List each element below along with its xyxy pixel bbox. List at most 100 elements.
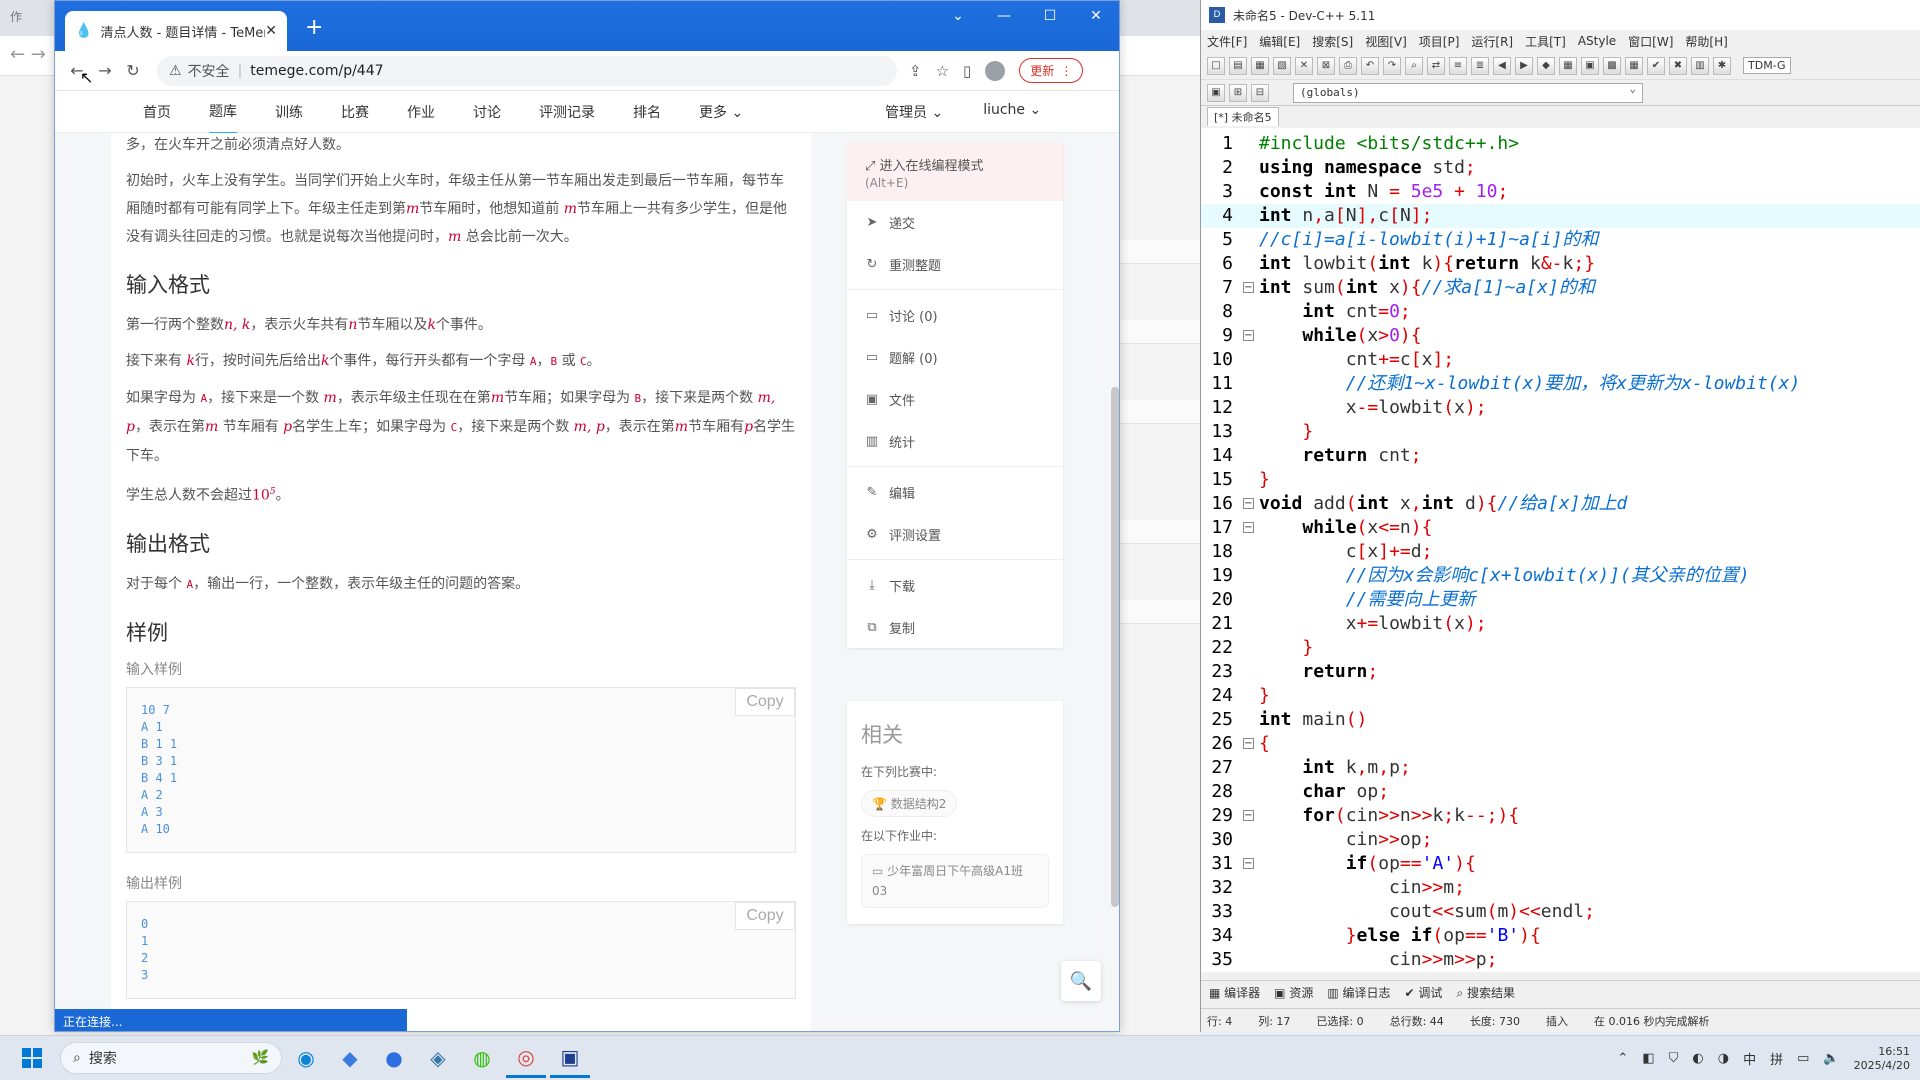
app-circle-icon[interactable]: ● (374, 1038, 414, 1078)
menu-tools[interactable]: 工具[T] (1525, 33, 1566, 50)
nav-ranking[interactable]: 排名 (633, 91, 661, 133)
compile-icon[interactable]: ▦ (1559, 56, 1577, 75)
background-nav-arrows[interactable]: ← → (10, 44, 46, 65)
devcpp-taskbar-icon[interactable]: ▣ (550, 1038, 590, 1078)
stop-icon[interactable]: ✖ (1669, 56, 1687, 75)
close-file-icon[interactable]: ✕ (1295, 56, 1313, 75)
python-icon[interactable]: ◈ (418, 1038, 458, 1078)
taskbar-search[interactable]: ⌕ 搜索 🌿 (60, 1042, 282, 1074)
menu-search[interactable]: 搜索[S] (1312, 33, 1353, 50)
nav-homework[interactable]: 作业 (407, 91, 435, 133)
save-icon[interactable]: ▦ (1251, 56, 1269, 75)
wechat-icon[interactable]: ◍ (462, 1038, 502, 1078)
add-to-project-icon[interactable]: ⊞ (1229, 83, 1247, 102)
tab-search-results[interactable]: ⌕ 搜索结果 (1456, 984, 1515, 1001)
menu-project[interactable]: 项目[P] (1419, 33, 1460, 50)
edge-icon[interactable]: ◉ (286, 1038, 326, 1078)
print-icon[interactable]: ⎙ (1339, 56, 1357, 75)
menu-help[interactable]: 帮助[H] (1685, 33, 1727, 50)
output-sample-box[interactable]: Copy 0 1 2 3 (126, 900, 796, 999)
action-copy[interactable]: ⧉ 复制 (847, 606, 1063, 648)
tab-search-icon[interactable]: ⌄ (935, 1, 981, 31)
nav-user[interactable]: liuche ⌄ (983, 102, 1041, 122)
online-mode-button[interactable]: ⤢ 进入在线编程模式 (Alt+E) (847, 143, 1063, 201)
remove-from-project-icon[interactable]: ⊟ (1251, 83, 1269, 102)
action-rejudge[interactable]: ↻ 重测整题 (847, 243, 1063, 285)
action-edit[interactable]: ✎ 编辑 (847, 471, 1063, 513)
undo-icon[interactable]: ↶ (1361, 56, 1379, 75)
copy-input-button[interactable]: Copy (735, 687, 795, 716)
find-icon[interactable]: ⌕ (1405, 56, 1423, 75)
copy-output-button[interactable]: Copy (735, 901, 795, 930)
close-tab-icon[interactable]: ✕ (265, 23, 277, 39)
side-panel-icon[interactable]: ▯ (963, 62, 971, 80)
homework-link[interactable]: ▭ 少年富周日下午高级A1班03 (861, 854, 1049, 908)
nav-home[interactable]: 首页 (143, 91, 171, 133)
goto-forward-icon[interactable]: ▶ (1515, 56, 1533, 75)
save-all-icon[interactable]: ▧ (1273, 56, 1291, 75)
tab-compile-log[interactable]: ▥ 编译日志 (1327, 984, 1390, 1001)
open-icon[interactable]: ▤ (1229, 56, 1247, 75)
contest-link[interactable]: 🏆 数据结构2 (861, 790, 958, 817)
goto-back-icon[interactable]: ◀ (1493, 56, 1511, 75)
update-button[interactable]: 更新 ⋮ (1019, 58, 1084, 83)
compiler-select[interactable]: TDM-G (1743, 57, 1791, 74)
unindent-icon[interactable]: ≣ (1471, 56, 1489, 75)
action-download[interactable]: ⤓ 下载 (847, 564, 1063, 606)
menu-run[interactable]: 运行[R] (1471, 33, 1513, 50)
search-fab[interactable]: 🔍 (1061, 961, 1101, 1001)
background-tab[interactable]: 作 (10, 8, 50, 28)
input-sample-box[interactable]: Copy 10 7 A 1 B 1 1 B 3 1 B 4 1 A 2 A 3 … (126, 686, 796, 853)
action-stats[interactable]: ▥ 统计 (847, 420, 1063, 462)
tray-app2-icon[interactable]: ◐ (1692, 1051, 1703, 1066)
action-solutions[interactable]: ▭ 题解 (0) (847, 336, 1063, 378)
omnibox[interactable]: ⚠ 不安全 | temege.com/p/447 (157, 55, 897, 86)
reload-icon[interactable]: ↻ (119, 61, 147, 80)
replace-icon[interactable]: ⇄ (1427, 56, 1445, 75)
bookmark-icon[interactable]: ◆ (1537, 56, 1555, 75)
nav-more[interactable]: 更多 ⌄ (699, 91, 743, 133)
nav-contest[interactable]: 比赛 (341, 91, 369, 133)
menu-view[interactable]: 视图[V] (1365, 33, 1407, 50)
check-syntax-icon[interactable]: ✔ (1647, 56, 1665, 75)
profile-avatar[interactable] (985, 60, 1006, 81)
new-tab-button[interactable]: + (305, 15, 323, 40)
tab-compiler[interactable]: ▦ 编译器 (1209, 984, 1260, 1001)
tray-app-icon[interactable]: ◧ (1642, 1051, 1654, 1066)
rebuild-icon[interactable]: ▦ (1625, 56, 1643, 75)
minimize-button[interactable]: — (981, 1, 1027, 31)
chart-icon[interactable]: ▥ (1691, 56, 1709, 75)
tray-ime-pinyin[interactable]: 拼 (1770, 1049, 1783, 1068)
action-discuss[interactable]: ▭ 讨论 (0) (847, 294, 1063, 336)
action-judge-settings[interactable]: ⚙ 评测设置 (847, 513, 1063, 555)
page-scrollbar[interactable] (1111, 387, 1119, 907)
menu-file[interactable]: 文件[F] (1207, 33, 1247, 50)
globals-dropdown[interactable]: (globals) (1293, 82, 1643, 103)
tray-shield-icon[interactable]: ⛉ (1669, 1051, 1679, 1066)
network-icon[interactable]: ▭ (1797, 1051, 1809, 1066)
chrome-icon[interactable]: ◎ (506, 1038, 546, 1078)
nav-records[interactable]: 评测记录 (539, 91, 595, 133)
tray-app3-icon[interactable]: ◑ (1718, 1051, 1729, 1066)
file-tab[interactable]: [*] 未命名5 (1207, 106, 1279, 126)
menu-astyle[interactable]: AStyle (1578, 34, 1616, 48)
new-file-icon[interactable]: □ (1207, 56, 1225, 75)
forward-icon[interactable]: → (91, 61, 119, 80)
debug-icon[interactable]: ✱ (1713, 56, 1731, 75)
maximize-button[interactable]: ☐ (1027, 1, 1073, 31)
app-blue-icon[interactable]: ◆ (330, 1038, 370, 1078)
nav-discuss[interactable]: 讨论 (473, 91, 501, 133)
new-project-icon[interactable]: ▣ (1207, 83, 1225, 102)
code-editor[interactable]: 1 #include <bits/stdc++.h> 2 using namespa… (1201, 128, 1920, 972)
close-window-button[interactable]: ✕ (1073, 1, 1119, 31)
close-all-icon[interactable]: ⊠ (1317, 56, 1335, 75)
tab-debug[interactable]: ✔ 调试 (1405, 984, 1443, 1001)
start-button[interactable] (16, 1042, 48, 1074)
compile-run-icon[interactable]: ▩ (1603, 56, 1621, 75)
run-icon[interactable]: ▣ (1581, 56, 1599, 75)
browser-tab[interactable]: 💧 清点人数 - 题目详情 - TeMenHu ✕ (65, 11, 287, 51)
action-submit[interactable]: ➤ 递交 (847, 201, 1063, 243)
menu-edit[interactable]: 编辑[E] (1259, 33, 1300, 50)
nav-admin[interactable]: 管理员 ⌄ (885, 102, 943, 122)
share-icon[interactable]: ⇪ (909, 62, 922, 80)
